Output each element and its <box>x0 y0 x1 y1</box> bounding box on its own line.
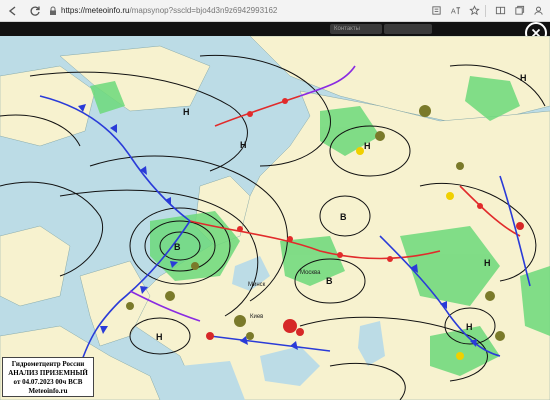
address-bar[interactable]: https://meteoinfo.ru/mapsynop?sscld=bjo4… <box>48 3 277 18</box>
haze-symbol <box>356 147 364 155</box>
reader-view-button[interactable] <box>428 3 444 19</box>
shower-symbol <box>191 262 199 270</box>
svg-text:A: A <box>450 6 455 15</box>
back-button[interactable] <box>4 2 22 20</box>
viewer-tab-contacts[interactable]: Контакты <box>330 24 382 34</box>
viewer-tab[interactable] <box>384 24 432 34</box>
town-label-moscow: Москва <box>300 270 321 276</box>
thunderstorm-symbol <box>283 319 297 333</box>
high-pressure-label: Н <box>183 107 190 117</box>
split-screen-button[interactable] <box>492 3 508 19</box>
thunderstorm-symbol <box>206 332 214 340</box>
profile-button[interactable] <box>530 3 546 19</box>
high-pressure-label: Н <box>520 73 527 83</box>
translate-icon: A <box>450 6 460 15</box>
low-pressure-label: В <box>340 212 347 222</box>
caption-date: от 04.07.2023 00ч ВСВ <box>13 378 83 386</box>
shower-symbol <box>126 302 134 310</box>
town-label-kyiv: Киев <box>250 314 263 320</box>
map-caption: Гидрометцентр России АНАЛИЗ ПРИЗЕМНЫЙ от… <box>2 357 94 397</box>
low-pressure-label: В <box>174 242 181 252</box>
shower-symbol <box>165 291 175 301</box>
url-host: https://meteoinfo.ru <box>61 6 130 15</box>
browser-toolbar: https://meteoinfo.ru/mapsynop?sscld=bjo4… <box>0 0 550 22</box>
town-label-minsk: Минск <box>248 282 266 288</box>
high-pressure-label: Н <box>364 141 371 151</box>
caption-org: Гидрометцентр России <box>11 360 85 368</box>
synoptic-map-canvas: Н Н Н В В В Н Н Н Н Москва Киев Минск <box>0 36 550 400</box>
translate-button[interactable]: A <box>447 3 463 19</box>
high-pressure-label: Н <box>484 258 491 268</box>
url-path: /mapsynop?sscld=bjo4d3n9z6942993162 <box>129 6 278 15</box>
reader-view-icon <box>431 6 441 15</box>
collections-button[interactable] <box>511 3 527 19</box>
back-icon <box>8 5 16 16</box>
shower-symbol <box>419 105 431 117</box>
shower-symbol <box>485 291 495 301</box>
low-pressure-label: В <box>326 276 333 286</box>
shower-symbol <box>495 331 505 341</box>
caption-site: Meteoinfo.ru <box>28 387 68 395</box>
collections-icon <box>514 5 524 15</box>
favorite-button[interactable] <box>466 3 482 19</box>
profile-icon <box>533 6 543 15</box>
browser-window: https://meteoinfo.ru/mapsynop?sscld=bjo4… <box>0 0 550 400</box>
shower-symbol <box>234 315 246 327</box>
thunderstorm-symbol <box>296 328 304 336</box>
favorite-icon <box>468 5 480 16</box>
shower-symbol <box>456 162 464 170</box>
caption-title: АНАЛИЗ ПРИЗЕМНЫЙ <box>8 369 88 377</box>
thunderstorm-symbol <box>516 222 524 230</box>
synoptic-map[interactable]: Н Н Н В В В Н Н Н Н Москва Киев Минск Ги… <box>0 36 550 400</box>
high-pressure-label: Н <box>156 332 163 342</box>
refresh-button[interactable] <box>26 2 44 20</box>
split-screen-icon <box>495 6 505 15</box>
toolbar-separator <box>485 4 486 17</box>
toolbar-actions: A <box>425 3 550 19</box>
image-viewer-header: Контакты <box>0 22 550 36</box>
shower-symbol <box>246 332 254 340</box>
haze-symbol <box>456 352 464 360</box>
lock-icon <box>50 6 56 15</box>
high-pressure-label: Н <box>240 140 247 150</box>
shower-symbol <box>375 131 385 141</box>
refresh-icon <box>30 6 40 16</box>
high-pressure-label: Н <box>466 322 473 332</box>
haze-symbol <box>446 192 454 200</box>
